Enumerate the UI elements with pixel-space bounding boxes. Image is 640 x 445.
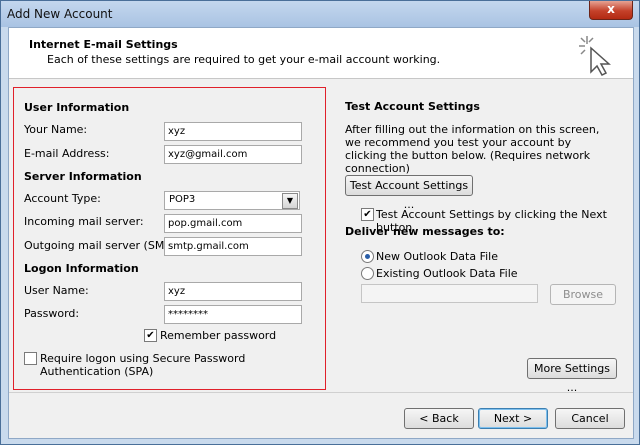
server-info-heading: Server Information	[24, 170, 142, 183]
account-type-select[interactable]: POP3 ▼	[164, 191, 300, 210]
test-settings-description: After filling out the information on thi…	[345, 123, 600, 175]
outgoing-server-input[interactable]: smtp.gmail.com	[164, 237, 302, 256]
more-settings-button[interactable]: More Settings ...	[527, 358, 617, 394]
radio-selected-dot	[365, 254, 370, 259]
title-bar: Add New Account x	[1, 1, 639, 27]
password-input[interactable]: ********	[164, 305, 302, 324]
existing-data-file-label: Existing Outlook Data File	[376, 267, 518, 280]
cursor-sparkle-icon	[579, 36, 611, 76]
user-name-label: User Name:	[24, 284, 89, 297]
cancel-button[interactable]: Cancel	[555, 408, 625, 429]
user-name-input[interactable]: xyz	[164, 282, 302, 301]
account-settings-panel: User Information Your Name: xyz E-mail A…	[13, 87, 326, 390]
your-name-label: Your Name:	[24, 123, 88, 136]
dialog-header: Internet E-mail Settings Each of these s…	[9, 28, 633, 79]
spa-label: Require logon using Secure Password Auth…	[40, 352, 246, 378]
new-data-file-radio[interactable]	[361, 250, 374, 263]
page-title: Internet E-mail Settings	[29, 38, 178, 51]
browse-button: Browse	[550, 284, 616, 305]
email-address-input[interactable]: xyz@gmail.com	[164, 145, 302, 164]
new-data-file-label: New Outlook Data File	[376, 250, 498, 263]
data-file-path-input	[361, 284, 538, 303]
window-title: Add New Account	[7, 7, 113, 21]
remember-password-checkbox[interactable]: ✔	[144, 329, 157, 342]
test-account-settings-button[interactable]: Test Account Settings ...	[345, 175, 473, 211]
account-type-label: Account Type:	[24, 192, 101, 205]
test-settings-heading: Test Account Settings	[345, 100, 480, 113]
add-account-window: Add New Account x Internet E-mail Settin…	[0, 0, 640, 445]
dialog-client: Internet E-mail Settings Each of these s…	[8, 27, 634, 439]
deliver-heading: Deliver new messages to:	[345, 225, 505, 238]
account-type-value: POP3	[169, 194, 196, 205]
divider	[9, 392, 633, 393]
close-button[interactable]: x	[589, 1, 633, 20]
incoming-server-label: Incoming mail server:	[24, 215, 144, 228]
user-info-heading: User Information	[24, 101, 130, 114]
chevron-down-icon[interactable]: ▼	[282, 193, 298, 209]
incoming-server-input[interactable]: pop.gmail.com	[164, 214, 302, 233]
existing-data-file-radio[interactable]	[361, 267, 374, 280]
remember-password-label: Remember password	[160, 329, 277, 342]
next-button[interactable]: Next >	[478, 408, 548, 429]
auto-test-checkbox[interactable]: ✔	[361, 208, 374, 221]
password-label: Password:	[24, 307, 80, 320]
outgoing-server-label: Outgoing mail server (SMTP):	[24, 239, 186, 252]
logon-info-heading: Logon Information	[24, 262, 139, 275]
back-button[interactable]: < Back	[404, 408, 474, 429]
spa-checkbox[interactable]	[24, 352, 37, 365]
email-address-label: E-mail Address:	[24, 147, 110, 160]
page-subtitle: Each of these settings are required to g…	[47, 53, 441, 66]
your-name-input[interactable]: xyz	[164, 122, 302, 141]
